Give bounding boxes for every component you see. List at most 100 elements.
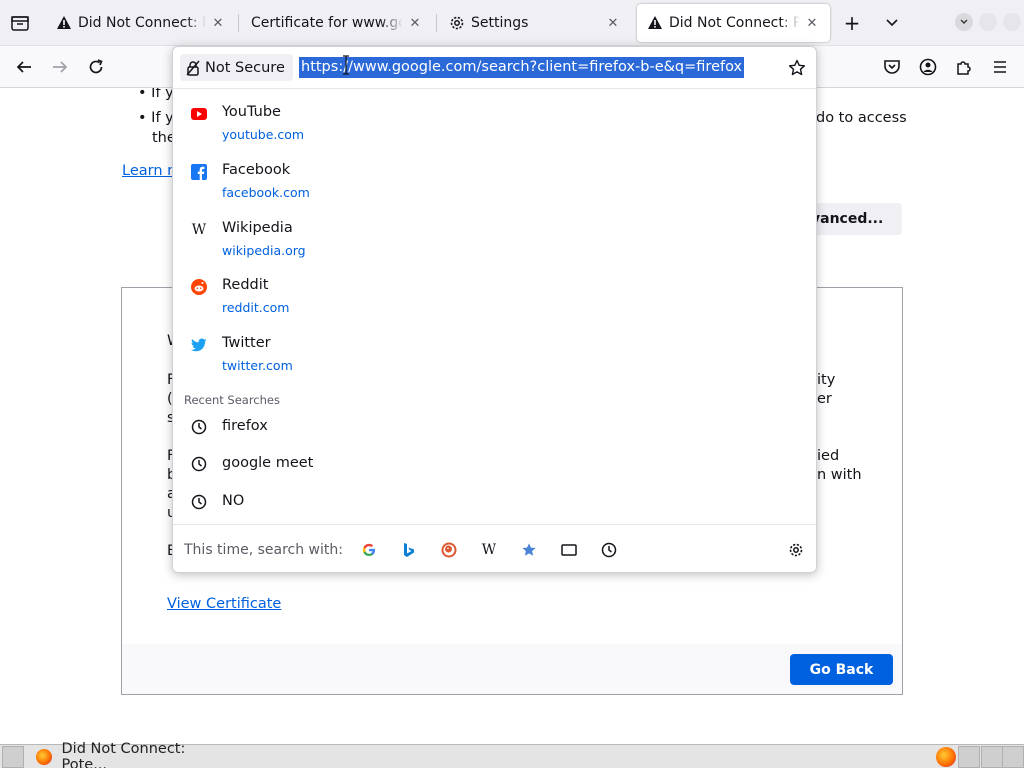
google-icon[interactable] — [358, 539, 380, 561]
facebook-icon — [191, 164, 207, 180]
panel-text-fragment: er — [817, 391, 832, 407]
close-window-button[interactable] — [1003, 13, 1021, 31]
suggestion-title: Reddit — [222, 277, 269, 293]
bullet-text: If y — [151, 88, 174, 101]
account-button[interactable] — [915, 54, 941, 80]
suggestion-url: wikipedia.org — [222, 243, 306, 258]
bookmarks-icon[interactable] — [518, 539, 540, 561]
reddit-icon — [191, 279, 207, 295]
suggestion-reddit[interactable]: Reddit reddit.com — [181, 271, 809, 325]
insecure-lock-icon — [186, 60, 200, 76]
app-menu-button[interactable] — [987, 54, 1013, 80]
pocket-button[interactable] — [879, 54, 905, 80]
bookmark-page-button[interactable] — [786, 57, 808, 79]
tab-certificate[interactable]: Certificate for www.google.com ✕ — [241, 4, 433, 42]
list-all-tabs-button[interactable] — [880, 11, 904, 35]
warning-icon — [648, 16, 662, 29]
bullet-text-tail: do to access — [816, 110, 907, 126]
tab-separator — [238, 14, 239, 32]
suggestion-url: youtube.com — [222, 127, 305, 142]
maximize-button[interactable] — [979, 13, 997, 31]
suggestion-twitter[interactable]: Twitter twitter.com — [181, 329, 809, 383]
history-clock-icon — [190, 455, 208, 473]
reload-button[interactable] — [83, 54, 109, 80]
suggestion-url: facebook.com — [222, 185, 310, 200]
urlbar[interactable]: Not Secure https://www.google.com/search… — [173, 47, 816, 89]
suggestion-title: YouTube — [222, 104, 281, 120]
wikipedia-icon[interactable]: W — [478, 539, 500, 561]
bing-icon[interactable] — [398, 539, 420, 561]
firefox-icon — [36, 749, 52, 765]
twitter-icon — [191, 337, 207, 353]
suggestion-title: Wikipedia — [222, 220, 293, 236]
suggestion-url: twitter.com — [222, 358, 293, 373]
youtube-icon — [191, 106, 207, 122]
taskbar-window-title: Did Not Connect: Pote... — [61, 741, 186, 768]
firefox-view-icon — [11, 16, 29, 31]
extensions-button[interactable] — [951, 54, 977, 80]
os-taskbar: Did Not Connect: Pote... — [0, 741, 1024, 768]
gear-icon — [450, 16, 464, 30]
suggestion-wikipedia[interactable]: W Wikipedia wikipedia.org — [181, 214, 809, 268]
hamburger-menu-icon — [994, 61, 1006, 73]
suggestion-title: Facebook — [222, 162, 291, 178]
recent-search-item[interactable]: firefox — [181, 410, 809, 444]
forward-button[interactable] — [47, 54, 73, 80]
forward-arrow-icon — [53, 61, 68, 73]
recent-search-item[interactable]: google meet — [181, 447, 809, 481]
advanced-button[interactable]: vanced... — [805, 203, 902, 235]
close-tab-icon[interactable]: ✕ — [407, 15, 423, 31]
recent-search-item[interactable]: NO — [181, 485, 809, 519]
close-tab-icon[interactable]: ✕ — [210, 15, 226, 31]
plus-icon: + — [843, 11, 861, 35]
history-icon[interactable] — [598, 539, 620, 561]
history-clock-icon — [190, 418, 208, 436]
tab-strip: Did Not Connect: Potential Security Issu… — [0, 0, 1024, 46]
tab-did-not-connect-active[interactable]: Did Not Connect: Potential Security Issu… — [637, 4, 830, 42]
identity-label: Not Secure — [205, 59, 285, 76]
suggestion-youtube[interactable]: YouTube youtube.com — [181, 98, 809, 152]
panel-text-fragment: ity — [817, 372, 836, 388]
urlbar-dropdown: Not Secure https://www.google.com/search… — [172, 46, 817, 573]
suggestion-facebook[interactable]: Facebook facebook.com — [181, 156, 809, 210]
duckduckgo-icon[interactable] — [438, 539, 460, 561]
warning-icon — [57, 16, 71, 29]
account-icon — [919, 58, 937, 76]
tab-title: Did Not Connect: Potential Security Issu… — [669, 15, 800, 31]
workspace-2-icon[interactable] — [981, 746, 1003, 768]
chevron-down-icon — [960, 19, 968, 24]
search-settings-gear-icon[interactable] — [785, 539, 807, 561]
view-certificate-link[interactable]: View Certificate — [167, 596, 281, 612]
recent-searches-heading: Recent Searches — [184, 393, 280, 407]
minimize-button[interactable] — [955, 13, 973, 31]
close-tab-icon[interactable]: ✕ — [605, 15, 621, 31]
identity-box[interactable]: Not Secure — [180, 54, 293, 81]
panel-text-fragment: ied — [817, 448, 840, 464]
search-one-offs: This time, search with: W — [173, 524, 816, 573]
url-input[interactable]: https://www.google.com/search?client=fir… — [299, 57, 745, 78]
tabs-icon[interactable] — [558, 539, 580, 561]
bullet-item-1: • If y — [138, 88, 174, 101]
recent-search-text: google meet — [222, 455, 314, 471]
recent-search-text: NO — [222, 493, 245, 509]
new-tab-button[interactable]: + — [840, 11, 864, 35]
firefox-view-button[interactable] — [8, 11, 32, 35]
show-desktop-icon[interactable] — [2, 746, 24, 768]
workspace-3-icon[interactable] — [1002, 746, 1024, 768]
close-tab-icon[interactable]: ✕ — [804, 15, 820, 31]
bullet-item-2: • If y — [138, 110, 174, 126]
tab-settings[interactable]: Settings ✕ — [439, 4, 631, 42]
go-back-button[interactable]: Go Back — [790, 654, 893, 685]
chevron-down-icon — [886, 19, 898, 27]
wikipedia-icon: W — [191, 222, 207, 238]
recent-search-text: firefox — [222, 418, 268, 434]
taskbar-window-button[interactable]: Did Not Connect: Pote... — [30, 741, 230, 768]
workspace-1-icon[interactable] — [958, 746, 980, 768]
back-arrow-icon — [16, 61, 31, 73]
tab-did-not-connect-1[interactable]: Did Not Connect: Potential Security Issu… — [46, 4, 236, 42]
bullet-text: If y — [151, 110, 174, 126]
back-button[interactable] — [11, 54, 37, 80]
puzzle-icon — [957, 61, 971, 75]
firefox-tray-icon[interactable] — [936, 747, 956, 767]
text-cursor-icon — [343, 55, 349, 75]
